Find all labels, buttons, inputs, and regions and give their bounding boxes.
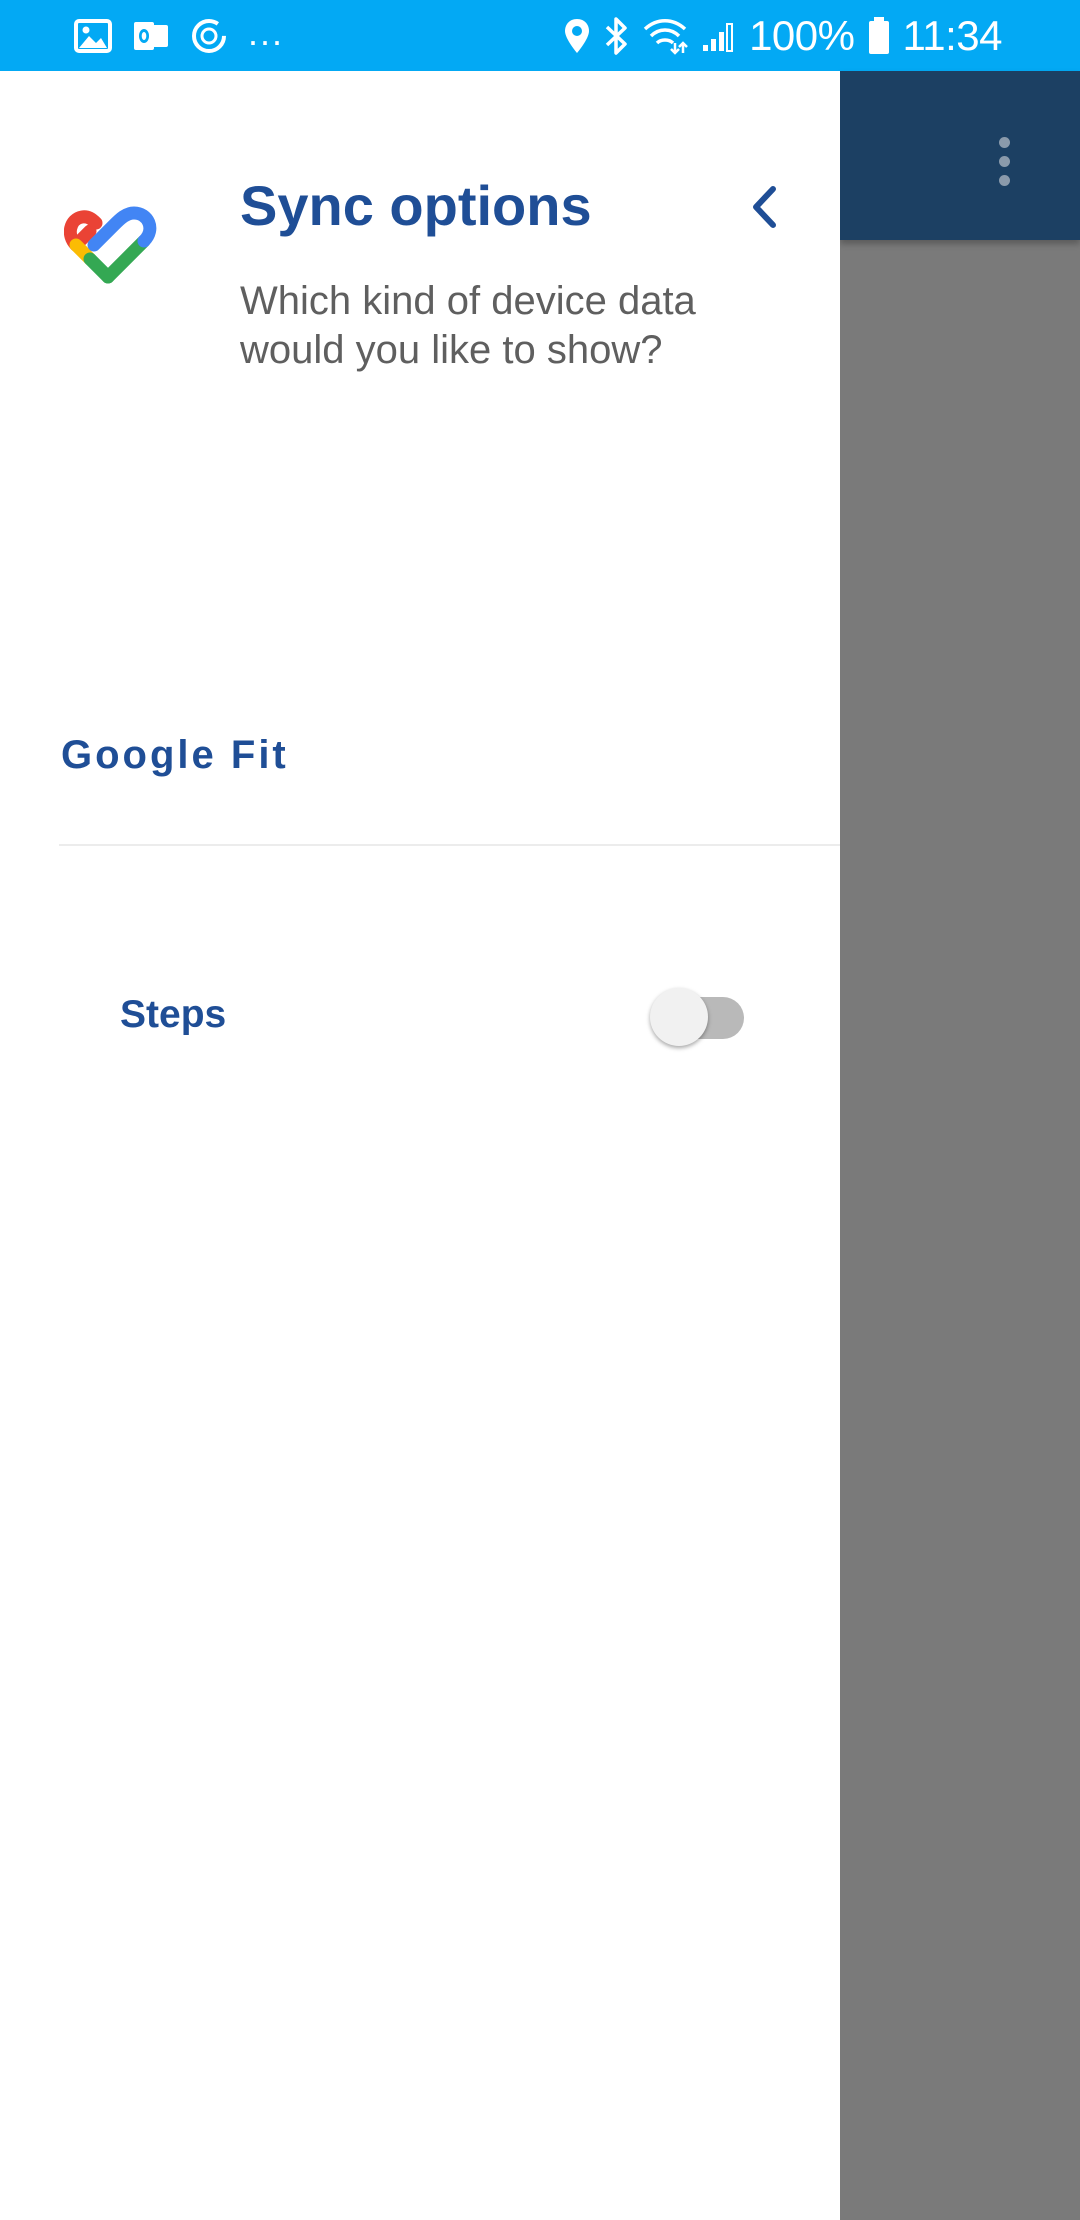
outlook-icon — [132, 19, 170, 53]
steps-toggle[interactable] — [650, 988, 746, 1048]
signal-icon — [701, 19, 737, 53]
setting-label-steps: Steps — [120, 993, 227, 1036]
toggle-thumb — [650, 988, 708, 1046]
more-vertical-icon[interactable] — [984, 126, 1024, 196]
setting-row-steps: Steps — [0, 941, 840, 1091]
status-system: 100% 11:34 — [563, 0, 1002, 71]
google-fit-heart-icon — [63, 205, 160, 291]
status-clock: 11:34 — [902, 11, 1003, 59]
section-header-google-fit: Google Fit — [61, 733, 289, 777]
drawer-scrim[interactable] — [840, 71, 1080, 2220]
battery-percentage: 100% — [749, 11, 855, 59]
section-divider — [59, 844, 840, 846]
chevron-left-icon[interactable] — [740, 175, 788, 239]
notification-overflow: ... — [248, 11, 285, 53]
drawer-title: Sync options — [240, 174, 592, 237]
battery-icon — [867, 16, 891, 56]
app-toolbar — [840, 71, 1080, 240]
location-icon — [563, 17, 591, 55]
bluetooth-icon — [603, 16, 629, 56]
sync-options-drawer: Sync options Which kind of device data w… — [0, 71, 840, 2220]
sync-icon — [190, 17, 228, 55]
status-notifications: ... — [74, 0, 284, 71]
gallery-icon — [74, 18, 112, 53]
drawer-subtitle: Which kind of device data would you like… — [240, 279, 696, 372]
status-bar: ... 100% 11:34 — [0, 0, 1080, 71]
wifi-icon — [641, 17, 689, 55]
